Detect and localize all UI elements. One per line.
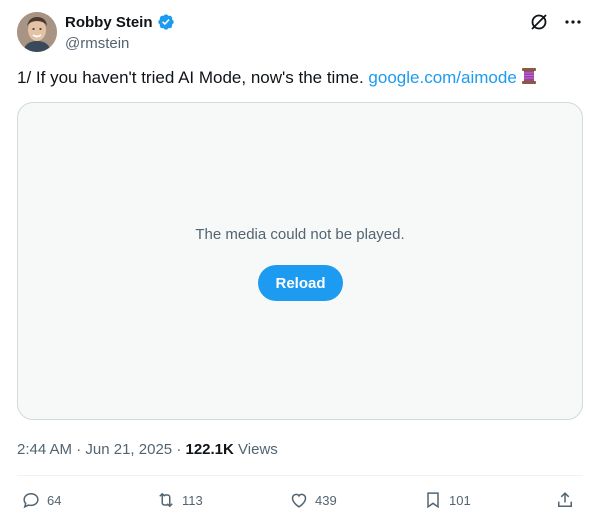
share-button[interactable]: [555, 486, 575, 514]
tweet-body-text: 1/ If you haven't tried AI Mode, now's t…: [17, 68, 364, 87]
reply-count: 64: [47, 492, 62, 508]
media-container[interactable]: The media could not be played. Reload: [17, 102, 583, 420]
verified-badge-icon[interactable]: [157, 13, 175, 31]
views-count: 122.1K: [185, 441, 234, 458]
bookmark-button[interactable]: 101: [423, 486, 471, 514]
meta-separator: ·: [176, 441, 182, 458]
author-block: Robby Stein @rmstein: [65, 12, 175, 54]
tweet-top-actions: [529, 12, 583, 32]
more-icon[interactable]: [563, 12, 583, 32]
reply-button[interactable]: 64: [21, 486, 61, 514]
reply-icon: [23, 492, 39, 509]
meta-separator: ·: [76, 441, 82, 458]
tweet-text: 1/ If you haven't tried AI Mode, now's t…: [17, 66, 583, 90]
repost-button[interactable]: 113: [156, 486, 203, 514]
name-row: Robby Stein: [65, 12, 175, 32]
like-button[interactable]: 439: [289, 486, 337, 514]
author-handle[interactable]: @rmstein: [65, 34, 175, 54]
thread-emoji-icon: [519, 66, 539, 86]
reload-button[interactable]: Reload: [258, 265, 343, 301]
like-icon: [291, 493, 307, 508]
share-icon: [558, 492, 572, 507]
tweet-meta: 2:44 AM · Jun 21, 2025 · 122.1K Views: [17, 440, 278, 460]
like-count: 439: [315, 492, 337, 508]
author-display-name[interactable]: Robby Stein: [65, 14, 153, 31]
bookmark-count: 101: [449, 492, 471, 508]
views-label: Views: [238, 441, 278, 458]
repost-count: 113: [182, 492, 203, 508]
tweet-date[interactable]: Jun 21, 2025: [85, 441, 172, 458]
tweet-link[interactable]: google.com/aimode: [368, 68, 516, 87]
repost-icon: [159, 492, 173, 508]
divider: [17, 475, 583, 476]
media-error-message: The media could not be played.: [195, 226, 405, 243]
grok-icon[interactable]: [529, 12, 549, 32]
tweet-time[interactable]: 2:44 AM: [17, 441, 72, 458]
bookmark-icon: [427, 492, 439, 509]
avatar[interactable]: [17, 12, 57, 52]
action-bar: 64 113 439 101: [17, 486, 583, 514]
